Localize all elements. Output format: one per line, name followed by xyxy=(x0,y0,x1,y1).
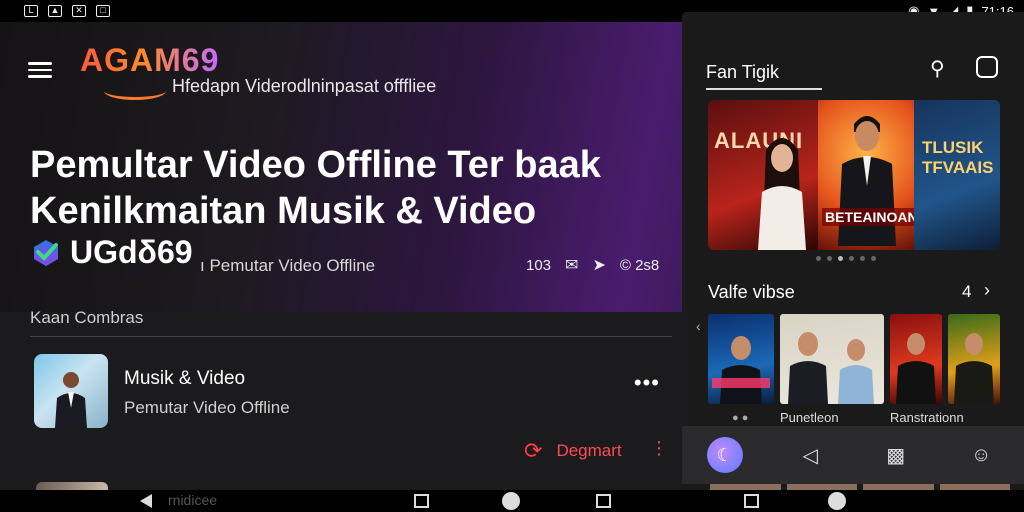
user-icon[interactable]: ☺ xyxy=(963,437,999,473)
banner-center-text: BETEAINOAN xyxy=(822,208,921,226)
tile-caption: Punetleon xyxy=(780,410,839,425)
side-panel-title[interactable]: Fan Tigik xyxy=(706,62,779,83)
section-divider xyxy=(30,336,672,337)
brand-row: UGdδ69 xyxy=(30,234,193,271)
row-next-icon[interactable]: › xyxy=(984,280,990,301)
woman-figure-icon xyxy=(758,138,806,250)
download-more-icon[interactable]: ⋮ xyxy=(650,438,668,459)
person-icon xyxy=(896,333,936,404)
banner-right: TLUSIK TFVAAIS xyxy=(914,100,1000,250)
app-tagline: Hfedapn Viderodlninpasat offfliee xyxy=(172,76,437,96)
banner-right-text: TLUSIK TFVAAIS xyxy=(922,138,994,177)
hero-sub-label: ı Pemutar Video Offline xyxy=(200,256,376,275)
video-tiles xyxy=(708,314,1000,404)
carousel-dot[interactable] xyxy=(827,256,832,261)
tile-caption: Ranstrationn xyxy=(890,410,964,425)
item-subtitle: Pemutar Video Offline xyxy=(124,398,290,417)
featured-banner[interactable]: ALAUNI BETEAINOAN TLUSIK TFVAAIS xyxy=(708,100,1000,250)
carousel-dot[interactable] xyxy=(838,256,843,261)
person-icon xyxy=(55,372,87,428)
likes-count[interactable]: © 2s8 xyxy=(620,257,659,274)
logo-swoosh-icon xyxy=(104,82,166,100)
menu-line xyxy=(28,75,52,78)
people-icon xyxy=(788,332,874,404)
video-tile[interactable] xyxy=(948,314,1000,404)
banner-left: ALAUNI xyxy=(708,100,818,250)
system-nav-bar: rnidicee xyxy=(0,490,1024,512)
row-title: Valfe vibse xyxy=(708,282,795,302)
list-item[interactable]: Musik & Video Pemutar Video Offline ••• xyxy=(34,354,670,430)
next-item-peek xyxy=(36,482,108,490)
carousel-dot[interactable] xyxy=(860,256,865,261)
item-title: Musik & Video xyxy=(124,368,246,389)
hamburger-menu-button[interactable] xyxy=(28,58,52,78)
person-icon xyxy=(954,333,994,404)
audio-icon[interactable]: ◁ xyxy=(792,437,828,473)
menu-line xyxy=(28,62,52,65)
cast-icon: □ xyxy=(96,5,110,17)
back-icon[interactable] xyxy=(140,494,152,508)
photo-icon: ▲ xyxy=(48,5,62,17)
hero-headline: Pemultar Video Offline Ter baak Kenilkma… xyxy=(30,142,670,234)
carousel-dot[interactable] xyxy=(871,256,876,261)
download-icon: ⟳ xyxy=(524,438,543,463)
video-tile[interactable] xyxy=(708,314,774,404)
section-label: Kaan Combras xyxy=(30,308,144,327)
side-title-underline xyxy=(706,88,822,90)
banner-center: BETEAINOAN xyxy=(818,100,921,250)
chat-icon[interactable]: ✉ xyxy=(565,255,578,275)
overview-icon[interactable] xyxy=(596,494,611,508)
side-panel: Fan Tigik ⚲ ALAUNI BETEAINOAN TLUSIK TFV… xyxy=(682,12,1024,490)
app-logo[interactable]: AGAM69 xyxy=(80,42,219,79)
chat-icon[interactable]: ▩ xyxy=(878,437,914,473)
home-button-icon[interactable] xyxy=(502,492,520,510)
video-tile[interactable] xyxy=(780,314,884,404)
share-icon[interactable]: ➤ xyxy=(592,255,605,275)
menu-line xyxy=(28,68,52,71)
carousel-dots xyxy=(816,256,876,261)
status-left-icons: L ▲ ✕ □ xyxy=(24,5,110,17)
overview-icon[interactable] xyxy=(744,494,759,508)
item-thumbnail xyxy=(34,354,108,428)
row-prev-icon[interactable]: ‹ xyxy=(696,318,701,334)
verified-check-icon xyxy=(30,237,62,269)
main-panel: AGAM69 Hfedapn Viderodlninpasat offfliee… xyxy=(0,22,682,490)
person-icon xyxy=(712,336,770,404)
hero-stats: 103 ✉ ➤ © 2s8 xyxy=(526,255,659,275)
x-icon: ✕ xyxy=(72,5,86,17)
overview-icon[interactable] xyxy=(414,494,429,508)
download-label: Degmart xyxy=(556,441,622,460)
headline-line-2: Kenilkmaitan Musik & Video xyxy=(30,190,537,232)
video-tile[interactable] xyxy=(890,314,942,404)
brand-name: UGdδ69 xyxy=(70,234,193,270)
search-icon[interactable]: ⚲ xyxy=(930,56,945,81)
home-button-icon[interactable] xyxy=(828,492,846,510)
back-label: rnidicee xyxy=(168,492,218,508)
notification-icon: L xyxy=(24,5,38,17)
carousel-dot[interactable] xyxy=(816,256,821,261)
row-count[interactable]: 4 xyxy=(962,282,971,302)
more-options-icon[interactable]: ••• xyxy=(634,370,660,396)
carousel-dot[interactable] xyxy=(849,256,854,261)
side-bottom-nav: ☾ ◁ ▩ ☺ xyxy=(682,426,1024,484)
tile-meta-icon: ● ● xyxy=(732,412,749,424)
home-icon[interactable]: ☾ xyxy=(706,437,743,473)
views-count: 103 xyxy=(526,256,552,274)
headline-line-1: Pemultar Video Offline Ter baak xyxy=(30,144,601,186)
download-button[interactable]: ⟳ Degmart xyxy=(524,438,622,464)
cast-button-icon[interactable] xyxy=(976,56,998,78)
